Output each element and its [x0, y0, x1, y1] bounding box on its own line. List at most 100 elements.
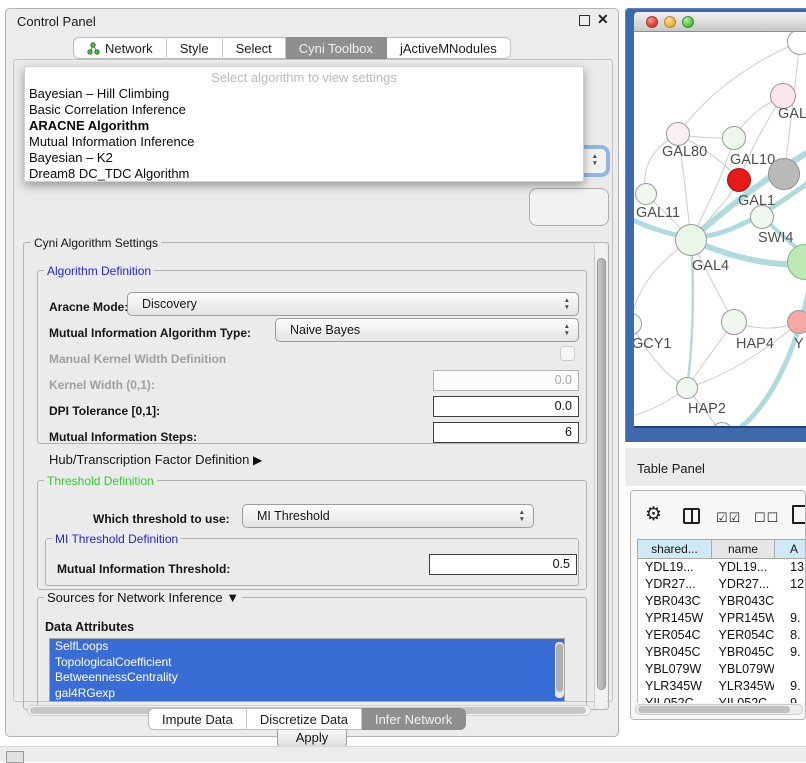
select-all-checkboxes-icon[interactable]: ☑☑	[716, 510, 741, 526]
network-node-hap4[interactable]	[721, 309, 747, 335]
tab-style[interactable]: Style	[167, 37, 223, 59]
close-traffic-light-icon[interactable]	[646, 16, 658, 28]
group-title: Algorithm Definition	[44, 264, 154, 278]
algorithm-option[interactable]: Mutual Information Inference	[25, 134, 583, 150]
node-label: HAP2	[688, 401, 726, 417]
sources-expander[interactable]: Sources for Network Inference ▼	[44, 590, 242, 605]
attribute-item[interactable]: gal4RGexp	[50, 686, 564, 702]
dpi-tolerance-field[interactable]: 0.0	[433, 396, 579, 417]
attribute-item[interactable]: TopologicalCoefficient	[50, 655, 564, 671]
document-icon[interactable]	[792, 505, 806, 524]
node-label: GAL	[778, 106, 806, 122]
table-cell: YPR145W	[638, 610, 712, 627]
combo-spinner-icon: ▲▼	[519, 509, 525, 523]
minimize-traffic-light-icon[interactable]	[664, 16, 676, 28]
table-row[interactable]: YIL052CYIL052C9	[638, 695, 806, 703]
settings-vertical-scrollbar[interactable]	[594, 244, 607, 708]
deselect-all-checkboxes-icon[interactable]: ☐☐	[754, 510, 779, 526]
table-cell: YDL19...	[712, 559, 775, 576]
expander-collapsed-icon: ▶	[253, 453, 262, 467]
tab-select[interactable]: Select	[223, 37, 286, 59]
network-canvas[interactable]: GALGAL80GAL10GAL1GAL11SWI4GAL4GCY1HAP4YH…	[634, 32, 806, 426]
network-icon	[87, 42, 100, 55]
close-icon[interactable]: ✕	[597, 11, 609, 28]
zoom-traffic-light-icon[interactable]	[682, 16, 694, 28]
network-node-hap2[interactable]	[676, 377, 698, 399]
table-cell: YBR045C	[712, 644, 775, 661]
mi-threshold-label: Mutual Information Threshold:	[57, 562, 230, 576]
data-attributes-label: Data Attributes	[45, 620, 134, 634]
algorithm-option[interactable]: Basic Correlation Inference	[25, 102, 583, 118]
network-node-gal1[interactable]	[727, 168, 751, 192]
partial-widget	[529, 188, 609, 226]
table-row[interactable]: YLR345WYLR345W9.	[638, 678, 806, 695]
tab-discretize-data[interactable]: Discretize Data	[247, 708, 362, 730]
table-cell: YBL079W	[712, 661, 775, 678]
dropdown-items: Bayesian – Hill ClimbingBasic Correlatio…	[25, 86, 583, 182]
algorithm-option[interactable]: Bayesian – Hill Climbing	[25, 86, 583, 102]
table-row[interactable]: YBL079WYBL079W	[638, 661, 806, 678]
algorithm-dropdown: Select algorithm to view settings Bayesi…	[24, 66, 584, 182]
column-header-name[interactable]: name	[711, 540, 774, 558]
mi-type-combobox[interactable]: Naive Bayes ▲▼	[275, 318, 579, 342]
tab-jactivemnodules[interactable]: jActiveMNodules	[387, 37, 511, 59]
table-horizontal-scrollbar[interactable]	[635, 704, 803, 715]
kernel-width-label: Kernel Width (0,1):	[49, 378, 155, 392]
table-row[interactable]: YBR045CYBR045C9.	[638, 644, 806, 661]
manual-kernel-checkbox[interactable]	[560, 346, 575, 361]
aracne-mode-combobox[interactable]: Discovery ▲▼	[127, 292, 579, 316]
which-threshold-combobox[interactable]: MI Threshold ▲▼	[242, 504, 534, 528]
table-row[interactable]: YDL19...YDL19...13	[638, 559, 806, 576]
algorithm-option[interactable]: ARACNE Algorithm	[25, 118, 583, 134]
kernel-width-field[interactable]: 0.0	[433, 370, 579, 391]
mi-threshold-field[interactable]: 0.5	[429, 554, 577, 575]
network-node-gal11[interactable]	[635, 183, 657, 205]
column-header-partial[interactable]: A	[774, 540, 806, 558]
tab-cyni-toolbox[interactable]: Cyni Toolbox	[286, 37, 387, 59]
table-row[interactable]: YPR145WYPR145W9.	[638, 610, 806, 627]
table-cell: YDR27...	[712, 576, 775, 593]
combo-spinner-icon: ▲▼	[564, 323, 570, 337]
toolbox-tabbar: Network Style Select Cyni Toolbox jActiv…	[73, 37, 511, 59]
node-label: GAL10	[730, 152, 775, 168]
columns-icon[interactable]	[683, 508, 700, 524]
dpi-tolerance-label: DPI Tolerance [0,1]:	[49, 404, 160, 418]
manual-kernel-label: Manual Kernel Width Definition	[49, 352, 226, 366]
table-cell: YLR345W	[638, 678, 712, 695]
network-node-gal80[interactable]	[666, 122, 690, 146]
float-window-icon[interactable]	[579, 15, 590, 26]
algorithm-option[interactable]: Dream8 DC_TDC Algorithm	[25, 166, 583, 182]
tab-impute-data[interactable]: Impute Data	[148, 708, 247, 730]
status-strip	[0, 746, 806, 762]
tab-infer-network[interactable]: Infer Network	[362, 708, 466, 730]
network-node-swi4[interactable]	[750, 205, 774, 229]
table-row[interactable]: YDR27...YDR27...12	[638, 576, 806, 593]
hub-expander[interactable]: Hub/Transcription Factor Definition ▶	[49, 452, 262, 467]
column-header-shared-name[interactable]: shared...	[637, 540, 711, 558]
combo-spinner-icon: ▲▼	[564, 297, 570, 311]
cyni-bottom-tabbar: Impute Data Discretize Data Infer Networ…	[148, 708, 466, 730]
algorithm-option[interactable]: Bayesian – K2	[25, 150, 583, 166]
tab-label: Network	[105, 41, 153, 56]
table-cell: 9.	[774, 644, 806, 661]
gear-icon[interactable]: ⚙	[645, 503, 662, 526]
mi-steps-field[interactable]: 6	[433, 422, 579, 443]
table-row[interactable]: YBR043CYBR043C	[638, 593, 806, 610]
network-node[interactable]	[768, 158, 800, 190]
network-node-gal4[interactable]	[675, 224, 707, 256]
group-title: MI Threshold Definition	[52, 532, 181, 546]
network-node-y[interactable]	[787, 310, 806, 334]
corner-button[interactable]	[6, 751, 24, 763]
list-scrollbar[interactable]	[555, 642, 564, 698]
network-node-gal10[interactable]	[722, 126, 746, 150]
tab-network[interactable]: Network	[73, 37, 167, 59]
table-body: YDL19...YDL19...13YDR27...YDR27...12YBR0…	[637, 559, 806, 703]
table-row[interactable]: YER054CYER054C8.	[638, 627, 806, 644]
data-attributes-list[interactable]: SelfLoopsTopologicalCoefficientBetweenne…	[49, 638, 565, 702]
table-cell: 12	[774, 576, 806, 593]
attribute-item[interactable]: SelfLoops	[50, 639, 564, 655]
network-window-titlebar[interactable]	[634, 12, 806, 32]
attribute-item[interactable]: BetweennessCentrality	[50, 670, 564, 686]
node-label: GAL11	[636, 205, 680, 221]
table-cell: YBR043C	[712, 593, 775, 610]
